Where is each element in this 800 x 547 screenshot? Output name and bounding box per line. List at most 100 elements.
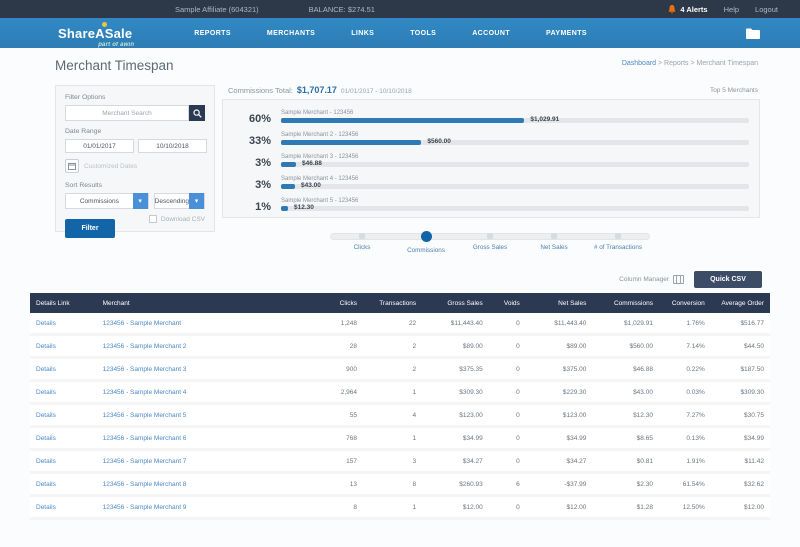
metric-stop-gross-sales[interactable]: Gross Sales [459, 230, 521, 251]
nav-item-merchants[interactable]: MERCHANTS [267, 30, 315, 37]
date-from-input[interactable] [65, 139, 134, 153]
details-link[interactable]: Details [36, 504, 56, 511]
nav-item-account[interactable]: ACCOUNT [472, 30, 510, 37]
metric-stop-dot [359, 233, 365, 239]
cell-transactions: 4 [363, 412, 422, 419]
merchant-link[interactable]: 123456 - Sample Merchant 7 [103, 458, 187, 465]
commissions-total-label: Commissions Total: [228, 86, 293, 95]
details-link[interactable]: Details [36, 389, 56, 396]
quick-csv-button[interactable]: Quick CSV [694, 271, 762, 288]
calendar-picker-button[interactable] [65, 159, 79, 173]
cell-merchant: 123456 - Sample Merchant 6 [97, 435, 312, 442]
nav-item-payments[interactable]: PAYMENTS [546, 30, 587, 37]
merchant-table: Details LinkMerchantClicksTransactionsGr… [30, 293, 770, 520]
cell-merchant: 123456 - Sample Merchant 2 [97, 343, 312, 350]
breadcrumb-dashboard-link[interactable]: Dashboard [622, 60, 656, 67]
nav-item-reports[interactable]: REPORTS [194, 30, 231, 37]
cell-transactions: 8 [363, 481, 422, 488]
cell-merchant: 123456 - Sample Merchant 4 [97, 389, 312, 396]
bar-track: $12.30 [281, 206, 749, 211]
balance-label: BALANCE: $274.51 [309, 5, 375, 14]
sort-direction-select[interactable]: Descending ▾ [154, 193, 205, 209]
merchant-link[interactable]: 123456 - Sample Merchant 8 [103, 481, 187, 488]
merchant-link[interactable]: 123456 - Sample Merchant 2 [103, 343, 187, 350]
details-link[interactable]: Details [36, 412, 56, 419]
cell-clicks: 900 [311, 366, 363, 373]
sort-direction-value: Descending [155, 198, 189, 205]
cell-voids: 0 [489, 412, 526, 419]
metric-stop-dot [421, 231, 432, 242]
details-link[interactable]: Details [36, 343, 56, 350]
logout-link[interactable]: Logout [755, 5, 778, 14]
metric-stop-net-sales[interactable]: Net Sales [523, 230, 585, 251]
metric-stop-label: Gross Sales [459, 244, 521, 251]
cell-details: Details [30, 458, 97, 465]
cell-voids: 0 [489, 458, 526, 465]
details-link[interactable]: Details [36, 320, 56, 327]
chart-bar-row: 1%Sample Merchant 5 - 123456$12.30 [223, 192, 749, 214]
cell-conversion: 7.14% [659, 343, 711, 350]
column-header-transactions[interactable]: Transactions [363, 300, 422, 307]
cell-merchant: 123456 - Sample Merchant 7 [97, 458, 312, 465]
bookmarks-folder-icon[interactable] [746, 28, 760, 39]
metric-stop-commissions[interactable]: Commissions [395, 230, 457, 254]
merchant-link[interactable]: 123456 - Sample Merchant 5 [103, 412, 187, 419]
column-header-average_order[interactable]: Average Order [711, 300, 770, 307]
metric-stop-dot [551, 233, 557, 239]
details-link[interactable]: Details [36, 481, 56, 488]
column-header-details[interactable]: Details Link [30, 300, 97, 307]
cell-net_sales: $123.00 [526, 412, 593, 419]
details-link[interactable]: Details [36, 435, 56, 442]
column-header-net_sales[interactable]: Net Sales [526, 300, 593, 307]
cell-conversion: 0.13% [659, 435, 711, 442]
cell-voids: 0 [489, 435, 526, 442]
cell-transactions: 1 [363, 504, 422, 511]
metric-stop-clicks[interactable]: Clicks [331, 230, 393, 251]
cell-details: Details [30, 504, 97, 511]
cell-conversion: 7.27% [659, 412, 711, 419]
merchant-link[interactable]: 123456 - Sample Merchant 6 [103, 435, 187, 442]
cell-commissions: $0.81 [592, 458, 659, 465]
column-header-gross_sales[interactable]: Gross Sales [422, 300, 489, 307]
nav-item-tools[interactable]: TOOLS [410, 30, 436, 37]
help-link[interactable]: Help [724, 5, 739, 14]
filter-button[interactable]: Filter [65, 219, 115, 238]
bar-percent: 1% [223, 201, 281, 214]
merchant-link[interactable]: 123456 - Sample Merchant [103, 320, 181, 327]
column-header-merchant[interactable]: Merchant [97, 300, 312, 307]
cell-clicks: 8 [311, 504, 363, 511]
merchant-link[interactable]: 123456 - Sample Merchant 3 [103, 366, 187, 373]
date-to-input[interactable] [138, 139, 207, 153]
metric-stop-label: Clicks [331, 244, 393, 251]
chevron-down-icon: ▾ [189, 193, 204, 209]
cell-average_order: $187.50 [711, 366, 770, 373]
metric-stop--of-transactions[interactable]: # of Transactions [587, 230, 649, 251]
brand-name: ShareASale [58, 26, 132, 41]
merchant-link[interactable]: 123456 - Sample Merchant 4 [103, 389, 187, 396]
merchant-link[interactable]: 123456 - Sample Merchant 9 [103, 504, 187, 511]
sort-field-value: Commissions [66, 198, 133, 205]
column-header-conversion[interactable]: Conversion [659, 300, 711, 307]
column-header-voids[interactable]: Voids [489, 300, 526, 307]
brand-tagline: part of awin [98, 42, 134, 48]
merchant-search-input[interactable] [65, 105, 189, 121]
sort-field-select[interactable]: Commissions ▾ [65, 193, 149, 209]
search-button[interactable] [189, 105, 205, 121]
cell-net_sales: $89.00 [526, 343, 593, 350]
details-link[interactable]: Details [36, 458, 56, 465]
top-strip: Sample Affiliate (604321) BALANCE: $274.… [0, 0, 800, 18]
download-csv-checkbox[interactable] [149, 215, 157, 223]
column-manager-button[interactable]: Column Manager [619, 275, 684, 284]
details-link[interactable]: Details [36, 366, 56, 373]
nav-item-links[interactable]: LINKS [351, 30, 374, 37]
filter-options-label: Filter Options [65, 94, 205, 101]
brand-logo[interactable]: ShareASale part of awin [58, 26, 132, 41]
alerts-link[interactable]: 4 Alerts [668, 5, 707, 14]
sort-results-label: Sort Results [65, 182, 205, 189]
customized-dates-label: Customized Dates [84, 163, 137, 170]
cell-clicks: 1,248 [311, 320, 363, 327]
column-header-clicks[interactable]: Clicks [311, 300, 363, 307]
cell-gross_sales: $12.00 [422, 504, 489, 511]
column-header-commissions[interactable]: Commissions [592, 300, 659, 307]
metric-stop-label: # of Transactions [587, 244, 649, 251]
